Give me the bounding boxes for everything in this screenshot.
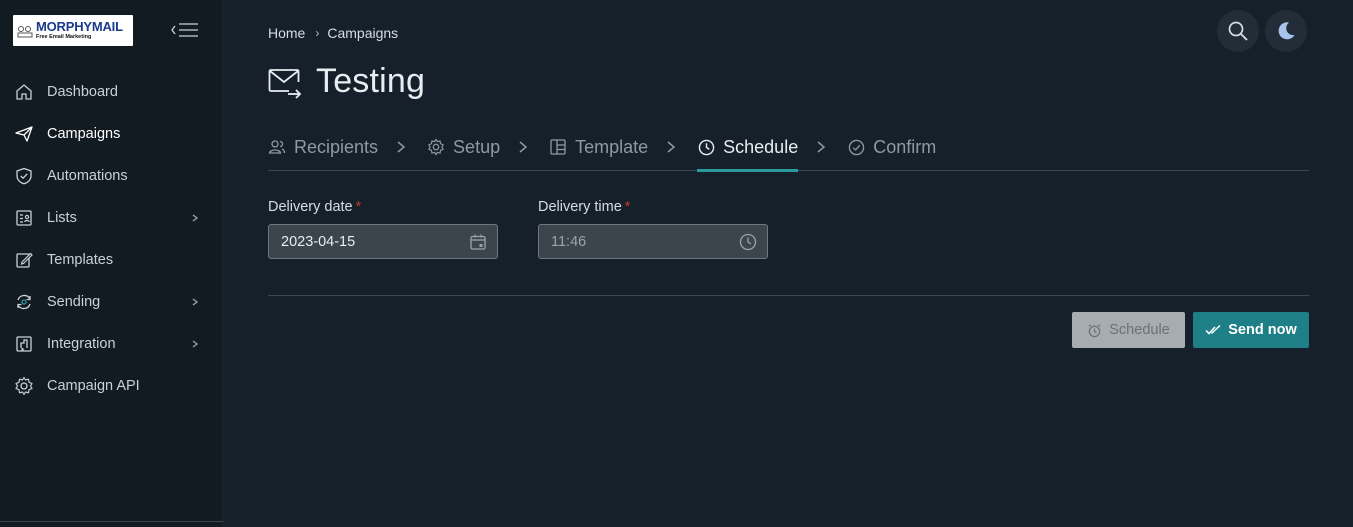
breadcrumb-home-link[interactable]: Home	[268, 25, 305, 41]
required-mark: *	[355, 199, 362, 215]
sidebar-item-lists[interactable]: Lists	[0, 197, 223, 239]
moon-icon	[1278, 22, 1295, 40]
send-now-button-label: Send now	[1228, 322, 1297, 338]
sidebar-divider	[0, 521, 223, 522]
chevron-right-icon	[192, 214, 199, 222]
step-label: Setup	[453, 136, 501, 157]
breadcrumb-separator-icon: ›	[315, 26, 320, 40]
sidebar-item-label: Lists	[47, 210, 77, 226]
layout-icon	[549, 138, 567, 156]
check-circle-icon	[847, 138, 865, 156]
step-label: Template	[575, 136, 649, 157]
double-check-icon	[1205, 324, 1221, 335]
sidebar-item-dashboard[interactable]: Dashboard	[0, 71, 223, 113]
delivery-date-label: Delivery date *	[268, 199, 362, 215]
alarm-clock-icon	[1088, 323, 1101, 337]
campaign-stepper: Recipients Setup Template Schedule Confi…	[268, 124, 1309, 172]
step-label: Schedule	[723, 136, 799, 157]
search-button[interactable]	[1217, 10, 1259, 52]
logo-title: MORPHYMAIL	[36, 19, 123, 35]
chevron-right-icon	[665, 140, 677, 154]
sidebar-item-sending[interactable]: Sending	[0, 281, 223, 323]
edit-icon	[14, 250, 34, 270]
send-now-button[interactable]: Send now	[1193, 312, 1309, 348]
sidebar-item-campaigns[interactable]: Campaigns	[0, 113, 223, 155]
sidebar-item-campaign-api[interactable]: Campaign API	[0, 365, 223, 407]
logo-subtitle: Free Email Marketing	[36, 34, 92, 41]
chevron-right-icon	[517, 140, 529, 154]
required-mark: *	[624, 199, 631, 215]
sidebar-item-label: Sending	[47, 294, 101, 310]
schedule-button-label: Schedule	[1109, 322, 1170, 338]
step-label: Confirm	[873, 136, 937, 157]
search-icon	[1228, 21, 1248, 41]
users-icon	[268, 138, 286, 156]
delivery-date-field: Delivery date *	[268, 198, 498, 259]
gear-icon	[427, 138, 445, 156]
chevron-right-icon	[192, 298, 199, 306]
gear-icon	[14, 376, 34, 396]
step-template[interactable]: Template	[549, 124, 648, 171]
delivery-time-label: Delivery time *	[538, 199, 631, 215]
step-schedule[interactable]: Schedule	[697, 124, 799, 172]
header-actions	[1217, 10, 1307, 52]
page-title: Testing	[316, 62, 426, 100]
chevron-right-icon	[815, 140, 827, 154]
sidebar-item-label: Integration	[47, 336, 116, 352]
sync-icon	[14, 292, 34, 312]
delivery-time-input-wrapper	[538, 224, 768, 259]
home-icon	[14, 82, 34, 102]
integration-icon	[14, 334, 34, 354]
delivery-date-input[interactable]	[281, 233, 461, 250]
chevron-right-icon	[192, 340, 199, 348]
chevron-right-icon	[395, 140, 407, 154]
app-logo[interactable]: MORPHYMAIL Free Email Marketing	[13, 15, 133, 46]
delivery-time-input[interactable]	[551, 233, 731, 250]
sidebar-item-label: Campaign API	[47, 378, 140, 394]
delivery-date-input-wrapper	[268, 224, 498, 259]
list-icon	[14, 208, 34, 228]
sidebar-item-label: Campaigns	[47, 126, 121, 142]
step-confirm[interactable]: Confirm	[847, 124, 936, 171]
menu-collapse-icon	[171, 23, 198, 37]
sidebar-collapse-button[interactable]	[170, 20, 200, 40]
breadcrumb-campaigns-link[interactable]: Campaigns	[327, 25, 398, 41]
sidebar-item-automations[interactable]: Automations	[0, 155, 223, 197]
step-label: Recipients	[294, 136, 379, 157]
sidebar: MORPHYMAIL Free Email Marketing Dashboar…	[0, 0, 223, 527]
delivery-time-field: Delivery time *	[538, 198, 768, 259]
shield-check-icon	[14, 166, 34, 186]
sidebar-item-integration[interactable]: Integration	[0, 323, 223, 365]
form-divider	[268, 295, 1309, 296]
theme-toggle-button[interactable]	[1265, 10, 1307, 52]
schedule-button[interactable]: Schedule	[1072, 312, 1185, 348]
logo-mark-icon	[17, 25, 33, 37]
send-icon	[14, 124, 34, 144]
page-header: Testing	[268, 62, 425, 101]
mail-send-icon	[268, 68, 302, 99]
sidebar-nav: Dashboard Campaigns Automations Lists Te…	[0, 71, 223, 407]
sidebar-item-label: Dashboard	[47, 84, 118, 100]
step-setup[interactable]: Setup	[427, 124, 500, 171]
breadcrumb: Home › Campaigns	[268, 25, 398, 41]
sidebar-item-label: Templates	[47, 252, 114, 268]
clock-icon	[697, 138, 715, 156]
calendar-icon[interactable]	[469, 233, 487, 251]
sidebar-item-templates[interactable]: Templates	[0, 239, 223, 281]
sidebar-item-label: Automations	[47, 168, 128, 184]
clock-icon[interactable]	[739, 233, 757, 251]
step-recipients[interactable]: Recipients	[268, 124, 378, 171]
